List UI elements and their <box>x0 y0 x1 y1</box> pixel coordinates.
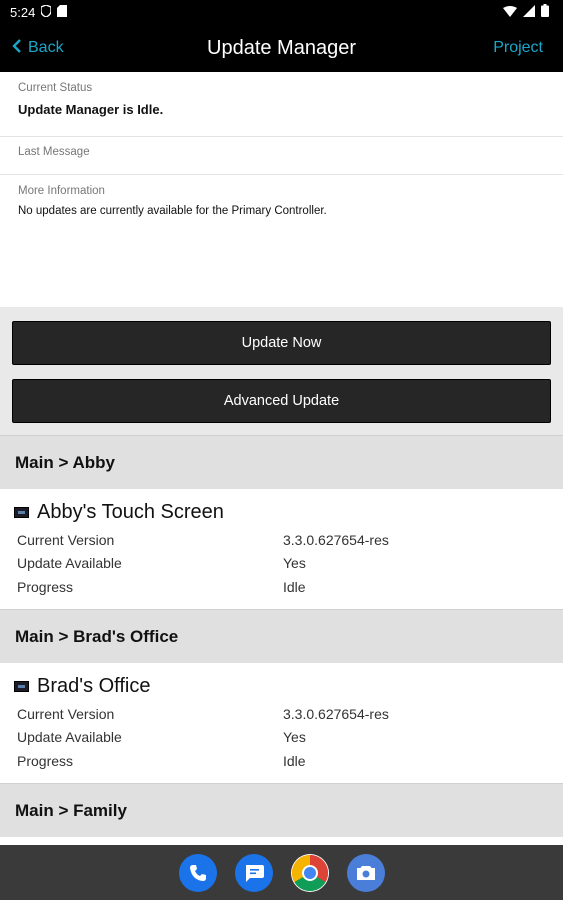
detail-key: Progress <box>17 578 74 595</box>
detail-value: Idle <box>283 752 306 769</box>
detail-row: Progress Idle <box>14 749 547 773</box>
detail-value: Yes <box>283 729 306 746</box>
device-title: Abby's Touch Screen <box>14 501 547 524</box>
detail-key: Current Version <box>17 705 115 722</box>
more-information-block: More Information No updates are currentl… <box>0 175 563 307</box>
current-status-label: Current Status <box>18 82 93 94</box>
app-dock <box>0 845 563 900</box>
detail-key: Update Available <box>17 555 122 572</box>
detail-value: Yes <box>283 555 306 572</box>
detail-value: 3.3.0.627654-res <box>283 705 389 722</box>
detail-row: Update Available Yes <box>14 552 547 576</box>
more-information-value: No updates are currently available for t… <box>18 205 327 217</box>
messages-app-icon[interactable] <box>234 853 273 892</box>
section-header-brads-office: Main > Brad's Office <box>0 609 563 663</box>
action-buttons: Update Now Advanced Update <box>0 307 563 435</box>
chevron-left-icon <box>12 38 22 58</box>
app-header: Back Update Manager Project <box>0 24 563 72</box>
phone-app-icon[interactable] <box>178 853 217 892</box>
device-name: Abby's Touch Screen <box>37 501 224 523</box>
device-card[interactable]: Abby's Touch Screen Current Version 3.3.… <box>0 489 563 609</box>
sd-card-icon <box>57 4 68 20</box>
detail-value: 3.3.0.627654-res <box>283 531 389 548</box>
detail-row: Progress Idle <box>14 575 547 599</box>
update-now-button[interactable]: Update Now <box>12 321 551 365</box>
system-status-bar: 5:24 <box>0 0 563 24</box>
touch-screen-icon <box>14 507 29 518</box>
project-button[interactable]: Project <box>493 24 543 72</box>
signal-icon <box>523 4 535 20</box>
touch-screen-icon <box>14 681 29 692</box>
last-message-block: Last Message <box>0 137 563 175</box>
detail-key: Update Available <box>17 729 122 746</box>
device-card[interactable]: Brad's Office Current Version 3.3.0.6276… <box>0 663 563 783</box>
detail-key: Progress <box>17 752 74 769</box>
detail-key: Current Version <box>17 531 115 548</box>
camera-app-icon[interactable] <box>346 853 385 892</box>
detail-row: Update Available Yes <box>14 726 547 750</box>
shield-icon <box>40 3 53 20</box>
detail-value: Idle <box>283 578 306 595</box>
current-status-value: Update Manager is Idle. <box>18 102 164 117</box>
section-header-abby: Main > Abby <box>0 435 563 489</box>
scroll-content[interactable]: Current Status Update Manager is Idle. L… <box>0 72 563 845</box>
device-title: Brad's Office <box>14 675 547 698</box>
detail-row: Current Version 3.3.0.627654-res <box>14 702 547 726</box>
back-label: Back <box>28 39 64 56</box>
back-button[interactable]: Back <box>12 24 64 72</box>
chrome-app-icon[interactable] <box>290 853 329 892</box>
page-title: Update Manager <box>207 36 356 59</box>
detail-row: Current Version 3.3.0.627654-res <box>14 528 547 552</box>
more-information-label: More Information <box>18 185 105 197</box>
current-status-block: Current Status Update Manager is Idle. <box>0 72 563 137</box>
last-message-label: Last Message <box>18 146 90 158</box>
section-header-family: Main > Family <box>0 783 563 837</box>
device-name: Brad's Office <box>37 675 151 697</box>
battery-icon <box>541 4 549 20</box>
advanced-update-button[interactable]: Advanced Update <box>12 379 551 423</box>
wifi-icon <box>503 5 517 20</box>
clock: 5:24 <box>10 4 36 20</box>
